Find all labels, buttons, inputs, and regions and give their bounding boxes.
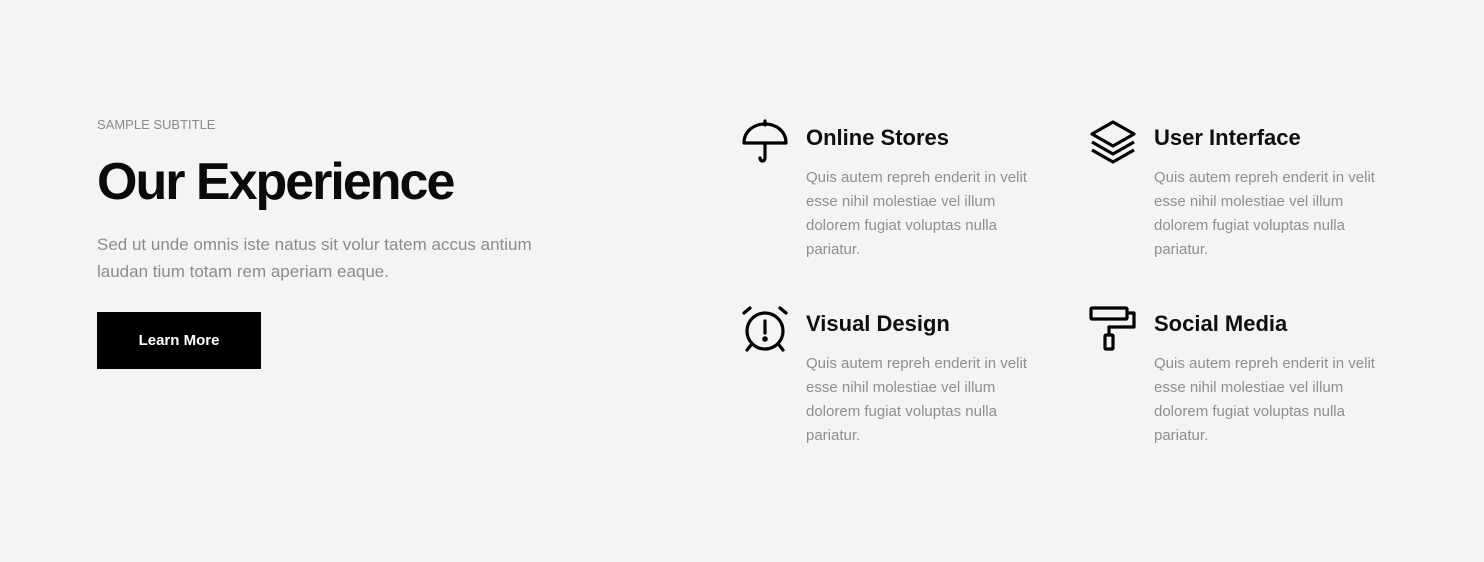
feature-title: User Interface bbox=[1154, 125, 1301, 150]
paint-roller-icon bbox=[1089, 305, 1137, 353]
feature-title: Online Stores bbox=[806, 125, 950, 150]
section-description: Sed ut unde omnis iste natus sit volur t… bbox=[97, 235, 532, 281]
feature-text: Quis autem repreh enderit in velit esse … bbox=[1154, 355, 1375, 444]
section-heading: Our Experience bbox=[97, 153, 455, 211]
feature-title: Social Media bbox=[1154, 311, 1288, 336]
umbrella-icon bbox=[741, 119, 789, 167]
feature-text: Quis autem repreh enderit in velit esse … bbox=[806, 355, 1027, 444]
feature-text: Quis autem repreh enderit in velit esse … bbox=[1154, 169, 1375, 258]
section-subtitle: SAMPLE SUBTITLE bbox=[97, 117, 216, 132]
learn-more-button[interactable]: Learn More bbox=[97, 312, 261, 369]
feature-title: Visual Design bbox=[806, 311, 950, 336]
feature-text: Quis autem repreh enderit in velit esse … bbox=[806, 169, 1027, 258]
alarm-clock-icon bbox=[741, 305, 789, 353]
layers-icon bbox=[1089, 119, 1137, 167]
experience-intro: SAMPLE SUBTITLE Our Experience Sed ut un… bbox=[97, 117, 617, 369]
